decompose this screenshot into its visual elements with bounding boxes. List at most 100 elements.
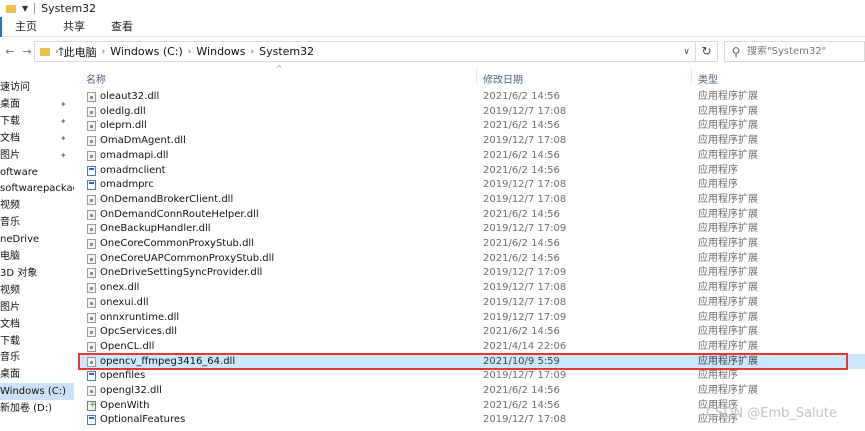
dll-file-icon	[87, 253, 96, 264]
file-type: 应用程序扩展	[698, 340, 758, 352]
refresh-icon[interactable]: ↻	[695, 42, 717, 61]
pin-icon[interactable]: ✦	[60, 147, 67, 164]
file-row[interactable]: OneDriveSettingSyncProvider.dll 2019/12/7…	[80, 265, 865, 280]
column-divider[interactable]	[476, 68, 477, 84]
file-row[interactable]: omadmclient 2021/6/2 14:56 应用程序	[80, 163, 865, 178]
file-name: oledlg.dll	[100, 105, 146, 117]
tree-item[interactable]: 图片 ✦	[0, 147, 74, 164]
file-row[interactable]: opengl32.dll 2021/6/2 14:56 应用程序扩展	[80, 383, 865, 398]
file-row[interactable]: onexui.dll 2019/12/7 17:08 应用程序扩展	[80, 295, 865, 310]
file-row[interactable]: OneCoreCommonProxyStub.dll 2021/6/2 14:56…	[80, 236, 865, 251]
file-row[interactable]: OmaDmAgent.dll 2019/12/7 17:08 应用程序扩展	[80, 133, 865, 148]
file-row[interactable]: onex.dll 2019/12/7 17:08 应用程序扩展	[80, 280, 865, 295]
file-row[interactable]: oledlg.dll 2019/12/7 17:08 应用程序扩展	[80, 104, 865, 119]
file-modified-date: 2019/12/7 17:08	[483, 193, 567, 205]
dll-file-icon	[87, 150, 96, 161]
address-controls: ∨ ↻	[677, 42, 717, 61]
tab-view[interactable]: 查看	[98, 17, 146, 37]
file-row[interactable]: oleprn.dll 2021/6/2 14:56 应用程序扩展	[80, 118, 865, 133]
file-row[interactable]: OneBackupHandler.dll 2019/12/7 17:09 应用程序扩…	[80, 221, 865, 236]
column-header-date[interactable]: 修改日期	[483, 71, 523, 86]
dll-file-icon	[87, 224, 96, 235]
folder-icon	[6, 4, 16, 13]
tree-item[interactable]: Windows (C:)	[0, 383, 74, 401]
tree-item[interactable]: 文档 ✦	[0, 130, 74, 147]
tree-item[interactable]: 音乐	[0, 349, 74, 366]
file-row[interactable]: opencv_ffmpeg3416_64.dll 2021/10/9 5:59 应用…	[80, 353, 865, 369]
title-separator	[34, 3, 36, 14]
tree-item[interactable]: 文档	[0, 316, 74, 333]
pin-icon[interactable]: ✦	[60, 96, 67, 113]
file-list: ^ 名称 修改日期 类型 oleaut32.dll 2021/6/2 14:56 应…	[80, 64, 865, 431]
file-name: onex.dll	[100, 282, 140, 294]
back-icon[interactable]: ←	[3, 45, 17, 58]
file-name: onnxruntime.dll	[100, 311, 180, 323]
pin-icon[interactable]: ✦	[60, 113, 67, 130]
tree-item[interactable]: 视频	[0, 197, 74, 214]
tree-item-label: 图片	[0, 149, 20, 161]
file-row[interactable]: oleaut32.dll 2021/6/2 14:56 应用程序扩展	[80, 89, 865, 104]
tree-item-label: 桌面	[0, 369, 20, 381]
address-bar[interactable]: › 此电脑 › Windows (C:) › Windows › System3…	[34, 41, 718, 62]
tree-item-label: 文档	[0, 132, 20, 144]
breadcrumb-drive-c[interactable]: Windows (C:)	[105, 45, 188, 58]
tree-item[interactable]: 桌面	[0, 366, 74, 383]
dll-file-icon	[87, 283, 96, 294]
dll-file-icon	[87, 312, 96, 323]
column-header-name[interactable]: 名称	[86, 71, 106, 86]
tree-item[interactable]: 图片	[0, 299, 74, 316]
file-row[interactable]: OpcServices.dll 2021/6/2 14:56 应用程序扩展	[80, 324, 865, 339]
file-type: 应用程序	[698, 164, 738, 176]
tree-item[interactable]: 桌面 ✦	[0, 96, 74, 113]
tree-item-label: softwarepackage	[0, 183, 74, 195]
breadcrumb-system32[interactable]: System32	[254, 45, 319, 58]
file-modified-date: 2021/4/14 22:06	[483, 340, 567, 352]
application-icon	[87, 371, 96, 382]
file-name: OpenWith	[100, 399, 150, 411]
dll-file-icon	[87, 209, 96, 220]
pin-icon[interactable]: ✦	[60, 130, 67, 147]
search-input[interactable]	[747, 46, 857, 57]
search-box[interactable]: ⚲	[724, 41, 865, 62]
file-modified-date: 2021/6/2 14:56	[483, 164, 560, 176]
file-row[interactable]: OnDemandConnRouteHelper.dll 2021/6/2 14:5…	[80, 207, 865, 222]
file-modified-date: 2021/6/2 14:56	[483, 399, 560, 411]
ribbon: 主页 共享 查看	[0, 16, 865, 37]
tree-item[interactable]: neDrive	[0, 231, 74, 248]
tree-item[interactable]: 3D 对象	[0, 265, 74, 282]
file-modified-date: 2019/12/7 17:09	[483, 311, 567, 323]
address-dropdown-icon[interactable]: ∨	[677, 47, 695, 57]
tree-item-label: 音乐	[0, 217, 20, 229]
tree-item[interactable]: 音乐	[0, 214, 74, 231]
tree-item[interactable]: 新加卷 (D:)	[0, 400, 74, 417]
tree-item[interactable]: softwarepackage	[0, 180, 74, 197]
file-row[interactable]: OneCoreUAPCommonProxyStub.dll 2021/6/2 14…	[80, 251, 865, 266]
file-row[interactable]: onnxruntime.dll 2019/12/7 17:09 应用程序扩展	[80, 310, 865, 325]
file-name: opengl32.dll	[100, 385, 162, 396]
file-row[interactable]: openfiles 2019/12/7 17:09 应用程序	[80, 368, 865, 383]
file-row[interactable]: OnDemandBrokerClient.dll 2019/12/7 17:08 应…	[80, 192, 865, 207]
tab-share[interactable]: 共享	[50, 17, 98, 37]
file-row[interactable]: omadmapi.dll 2021/6/2 14:56 应用程序扩展	[80, 148, 865, 163]
tree-item[interactable]: 下载 ✦	[0, 113, 74, 130]
tree-item-label: Windows (C:)	[0, 386, 66, 398]
column-header-type[interactable]: 类型	[698, 71, 718, 86]
breadcrumb-this-pc[interactable]: 此电脑	[59, 44, 102, 60]
column-divider[interactable]	[691, 68, 692, 84]
breadcrumb-windows[interactable]: Windows	[191, 45, 250, 58]
file-modified-date: 2019/12/7 17:09	[483, 223, 567, 235]
dll-file-icon	[87, 386, 96, 396]
file-row[interactable]: OpenCL.dll 2021/4/14 22:06 应用程序扩展	[80, 339, 865, 354]
tree-item[interactable]: 速访问	[0, 79, 74, 96]
title-bar: ▼ System32	[0, 0, 865, 17]
file-row[interactable]: omadmprc 2019/12/7 17:08 应用程序	[80, 177, 865, 192]
tree-item[interactable]: 下载	[0, 333, 74, 350]
forward-icon[interactable]: →	[20, 45, 34, 58]
tree-item[interactable]: 视频	[0, 282, 74, 299]
tree-item[interactable]: oftware	[0, 164, 74, 181]
file-modified-date: 2019/12/7 17:08	[483, 105, 567, 117]
dll-file-icon	[87, 327, 96, 338]
tree-item[interactable]: 电脑	[0, 248, 74, 265]
tab-home[interactable]: 主页	[2, 17, 50, 37]
quick-access-dropdown-icon[interactable]: ▼	[22, 4, 28, 13]
